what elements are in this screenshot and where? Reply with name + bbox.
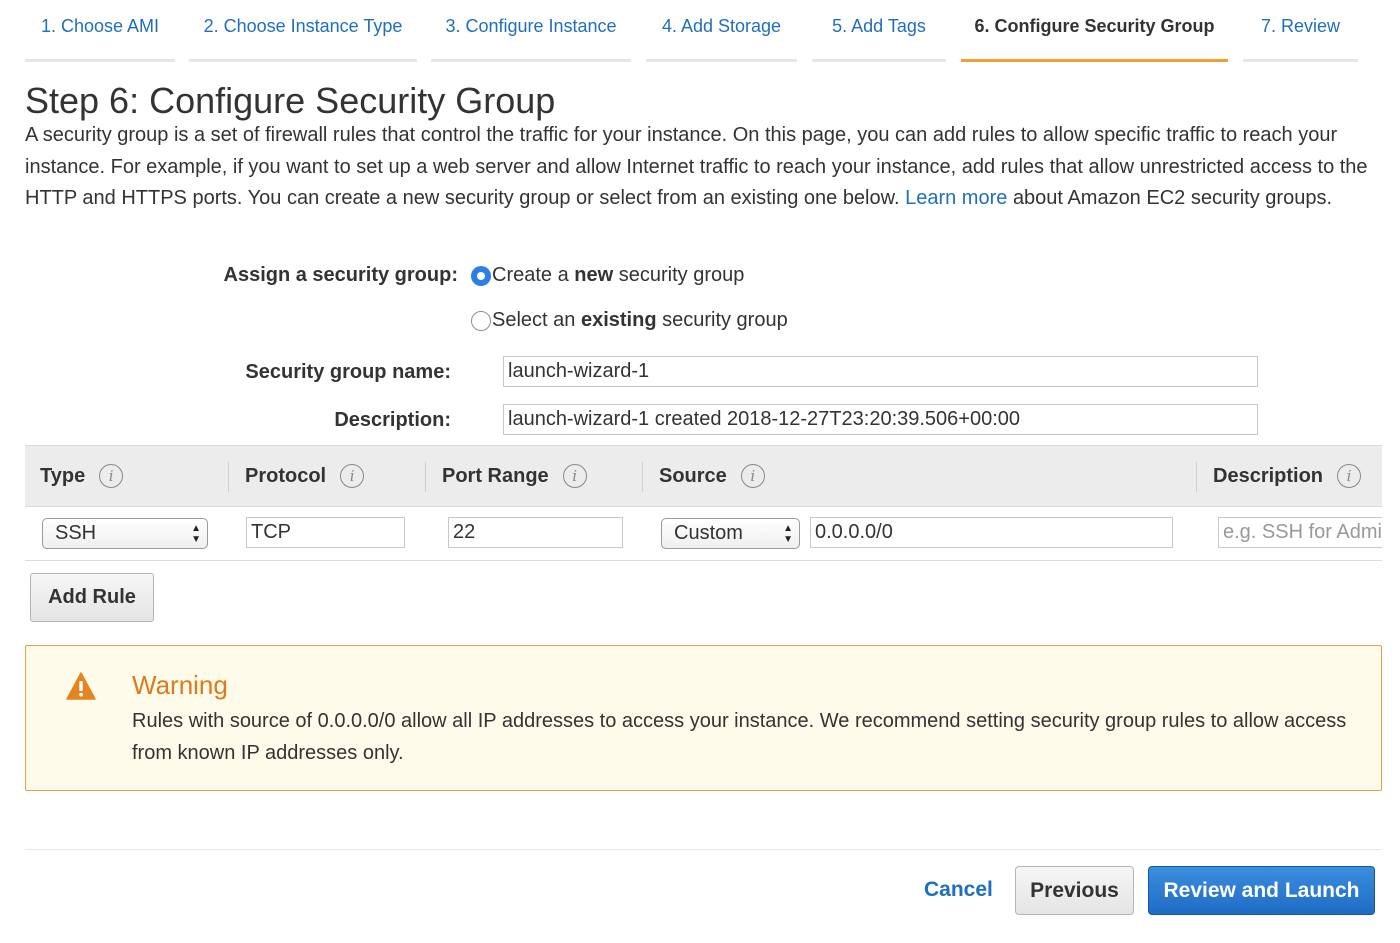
rule-description-input[interactable]: e.g. SSH for Admin Desktop: [1218, 517, 1382, 548]
rule-port-range-field: 22: [448, 517, 623, 548]
footer-divider: [25, 849, 1382, 850]
warning-title: Warning: [132, 670, 228, 700]
review-and-launch-button[interactable]: Review and Launch: [1148, 866, 1375, 915]
column-divider: [642, 462, 643, 492]
warning-box: Warning Rules with source of 0.0.0.0/0 a…: [25, 645, 1382, 791]
tab-choose-ami[interactable]: 1. Choose AMI: [25, 0, 175, 62]
previous-button[interactable]: Previous: [1015, 866, 1134, 915]
info-icon[interactable]: i: [562, 464, 587, 488]
tab-configure-security-group[interactable]: 6. Configure Security Group: [961, 0, 1228, 62]
select-arrows-icon: ▲ ▼: [191, 523, 201, 545]
column-divider: [425, 462, 426, 492]
header-source: Source i: [659, 446, 765, 506]
header-type: Type i: [40, 446, 124, 506]
header-description: Description i: [1213, 446, 1362, 506]
rule-source-cidr-input[interactable]: 0.0.0.0/0: [810, 517, 1173, 548]
rule-protocol-field: TCP: [246, 517, 405, 548]
header-protocol: Protocol i: [245, 446, 365, 506]
column-divider: [1196, 462, 1197, 492]
description-label: Description:: [334, 409, 451, 431]
radio-create-new-group[interactable]: Create a new security group: [471, 264, 744, 287]
column-divider: [228, 462, 229, 492]
tab-review[interactable]: 7. Review: [1243, 0, 1358, 62]
table-row: SSH ▲ ▼ TCP 22 Custom ▲ ▼ 0.0.0.0/0 e.g. S…: [25, 507, 1382, 561]
warning-text: Rules with source of 0.0.0.0/0 allow all…: [132, 710, 1347, 764]
radio-button-checked[interactable]: [471, 265, 491, 286]
rules-table-header: Type i Protocol i Port Range i Source i Desc…: [25, 445, 1382, 507]
add-rule-button[interactable]: Add Rule: [30, 573, 154, 622]
info-icon[interactable]: i: [740, 464, 765, 488]
description-input[interactable]: launch-wizard-1 created 2018-12-27T23:20…: [503, 404, 1258, 435]
radio-button-unchecked[interactable]: [471, 310, 491, 331]
info-icon[interactable]: i: [1337, 464, 1362, 488]
learn-more-link[interactable]: Learn more: [905, 187, 1007, 209]
wizard-tabs: 1. Choose AMI 2. Choose Instance Type 3.…: [25, 0, 1382, 62]
intro-text: A security group is a set of firewall ru…: [25, 124, 1368, 209]
header-port-range: Port Range i: [442, 446, 587, 506]
radio-select-existing-group[interactable]: Select an existing security group: [471, 309, 788, 332]
cancel-link[interactable]: Cancel: [924, 878, 993, 902]
tab-add-tags[interactable]: 5. Add Tags: [812, 0, 946, 62]
select-arrows-icon: ▲ ▼: [783, 523, 793, 545]
info-icon[interactable]: i: [340, 464, 365, 488]
tab-choose-instance-type[interactable]: 2. Choose Instance Type: [189, 0, 417, 62]
rule-type-select[interactable]: SSH ▲ ▼: [42, 518, 208, 549]
rule-source-select[interactable]: Custom ▲ ▼: [661, 518, 800, 549]
tab-add-storage[interactable]: 4. Add Storage: [646, 0, 797, 62]
info-icon[interactable]: i: [99, 464, 124, 488]
tab-configure-instance[interactable]: 3. Configure Instance: [431, 0, 631, 62]
warning-icon: [66, 672, 96, 705]
security-group-name-label: Security group name:: [245, 361, 451, 383]
security-group-name-input[interactable]: launch-wizard-1: [503, 356, 1258, 387]
page-title: Step 6: Configure Security Group: [25, 80, 556, 121]
assign-security-group-label: Assign a security group:: [223, 264, 459, 286]
